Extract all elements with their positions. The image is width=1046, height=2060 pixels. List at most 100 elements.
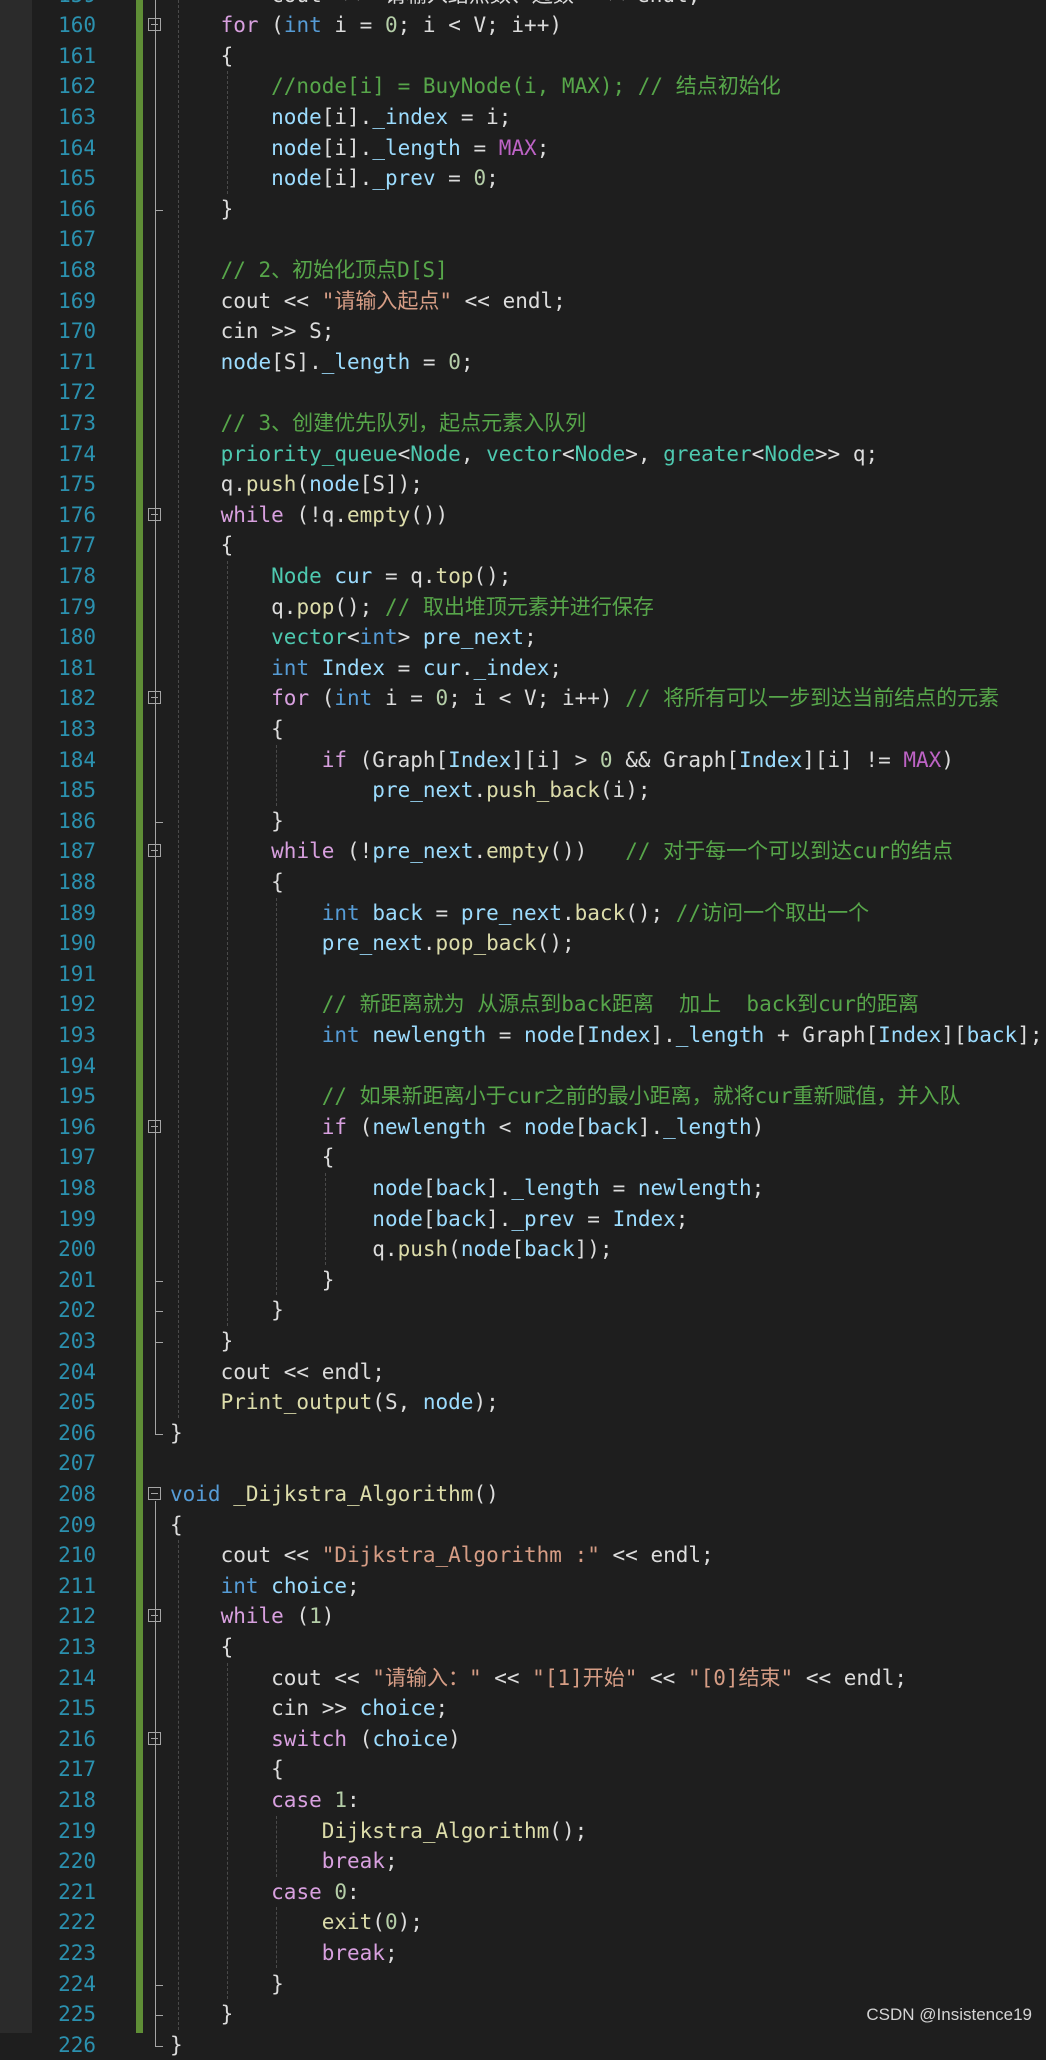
- code-token: empty: [347, 502, 411, 527]
- code-line[interactable]: 188 {: [0, 867, 1046, 898]
- code-token: (S,: [372, 1390, 423, 1415]
- code-line[interactable]: 197 {: [0, 1142, 1046, 1173]
- code-text: node[back]._length = newlength;: [170, 1173, 764, 1204]
- code-line[interactable]: 214 cout << "请输入：" << "[1]开始" << "[0]结束"…: [0, 1663, 1046, 1694]
- code-line[interactable]: 162 //node[i] = BuyNode(i, MAX); // 结点初始…: [0, 71, 1046, 102]
- outline-end: [155, 1433, 163, 1435]
- code-token: <: [347, 625, 360, 650]
- code-line[interactable]: 198 node[back]._length = newlength;: [0, 1173, 1046, 1204]
- code-line[interactable]: 182 for (int i = 0; i < V; i++) // 将所有可以…: [0, 683, 1046, 714]
- code-text: cout << "请输入：" << "[1]开始" << "[0]结束" << …: [170, 1663, 907, 1694]
- code-line[interactable]: 179 q.pop(); // 取出堆顶元素并进行保存: [0, 592, 1046, 623]
- outline-end: [155, 2015, 163, 2017]
- code-line[interactable]: 223 break;: [0, 1938, 1046, 1969]
- code-line[interactable]: 211 int choice;: [0, 1571, 1046, 1602]
- code-text: vector<int> pre_next;: [170, 622, 537, 653]
- code-token: ();: [536, 931, 575, 956]
- code-line[interactable]: 175 q.push(node[S]);: [0, 469, 1046, 500]
- code-token: [: [511, 1237, 525, 1262]
- code-line[interactable]: 183 {: [0, 714, 1046, 745]
- code-line[interactable]: 208 void _Dijkstra_Algorithm(): [0, 1479, 1046, 1510]
- code-line[interactable]: 173 // 3、创建优先队列，起点元素入队列: [0, 408, 1046, 439]
- code-line[interactable]: 194: [0, 1051, 1046, 1082]
- code-token: =: [574, 1206, 613, 1231]
- code-line[interactable]: 167: [0, 224, 1046, 255]
- code-line[interactable]: 216 switch (choice): [0, 1724, 1046, 1755]
- code-text: //node[i] = BuyNode(i, MAX); // 结点初始化: [170, 71, 781, 102]
- line-number: 207: [58, 1451, 96, 1476]
- code-line[interactable]: 163 node[i]._index = i;: [0, 102, 1046, 133]
- code-line[interactable]: 218 case 1:: [0, 1785, 1046, 1816]
- code-line[interactable]: 176 while (!q.empty()): [0, 500, 1046, 531]
- code-line[interactable]: 212 while (1): [0, 1601, 1046, 1632]
- code-line[interactable]: 181 int Index = cur._index;: [0, 653, 1046, 684]
- code-line[interactable]: 170 cin >> S;: [0, 316, 1046, 347]
- code-line[interactable]: 200 q.push(node[back]);: [0, 1234, 1046, 1265]
- code-line[interactable]: 195 // 如果新距离小于cur之前的最小距离，就将cur重新赋值，并入队: [0, 1081, 1046, 1112]
- code-line[interactable]: 184 if (Graph[Index][i] > 0 && Graph[Ind…: [0, 745, 1046, 776]
- line-number: 178: [58, 563, 96, 588]
- code-line[interactable]: 220 break;: [0, 1846, 1046, 1877]
- code-line[interactable]: 180 vector<int> pre_next;: [0, 622, 1046, 653]
- code-line[interactable]: 196 if (newlength < node[back]._length): [0, 1112, 1046, 1143]
- outline-bracket: [155, 1745, 156, 1985]
- code-token: }: [170, 1328, 234, 1353]
- code-line[interactable]: 209 {: [0, 1510, 1046, 1541]
- line-number: 185: [58, 778, 96, 803]
- code-line[interactable]: 193 int newlength = node[Index]._length …: [0, 1020, 1046, 1051]
- code-line[interactable]: 159 cout << "请输入结点数、边数" << endl;: [0, 0, 1046, 10]
- code-token: _length: [321, 349, 411, 374]
- code-line[interactable]: 213 {: [0, 1632, 1046, 1663]
- code-line[interactable]: 161 {: [0, 41, 1046, 72]
- code-line[interactable]: 174 priority_queue<Node, vector<Node>, g…: [0, 439, 1046, 470]
- code-text: {: [170, 41, 234, 72]
- code-line[interactable]: 219 Dijkstra_Algorithm();: [0, 1816, 1046, 1847]
- code-line[interactable]: 190 pre_next.pop_back();: [0, 928, 1046, 959]
- code-line[interactable]: 204 cout << endl;: [0, 1357, 1046, 1388]
- code-line[interactable]: 168 // 2、初始化顶点D[S]: [0, 255, 1046, 286]
- code-line[interactable]: 222 exit(0);: [0, 1907, 1046, 1938]
- code-token: _length: [372, 135, 461, 160]
- code-line[interactable]: 169 cout << "请输入起点" << endl;: [0, 286, 1046, 317]
- code-line[interactable]: 172: [0, 377, 1046, 408]
- code-text: if (newlength < node[back]._length): [170, 1112, 765, 1143]
- code-line[interactable]: 199 node[back]._prev = Index;: [0, 1204, 1046, 1235]
- line-number: 219: [58, 1818, 96, 1843]
- code-line[interactable]: 171 node[S]._length = 0;: [0, 347, 1046, 378]
- code-line[interactable]: 160 for (int i = 0; i < V; i++): [0, 10, 1046, 41]
- code-token: ();: [625, 900, 676, 925]
- code-token: back: [372, 900, 423, 925]
- collapse-icon[interactable]: [148, 1486, 161, 1500]
- code-line[interactable]: 221 case 0:: [0, 1877, 1046, 1908]
- code-token: {: [170, 1512, 183, 1537]
- code-token: }: [170, 1267, 335, 1292]
- code-line[interactable]: 178 Node cur = q.top();: [0, 561, 1046, 592]
- code-token: <: [486, 1114, 525, 1139]
- code-token: int: [271, 655, 310, 680]
- code-token: //访问一个取出一个: [675, 900, 870, 925]
- code-token: _index: [372, 104, 449, 129]
- code-line[interactable]: 187 while (!pre_next.empty()) // 对于每一个可以…: [0, 836, 1046, 867]
- code-line[interactable]: 217 {: [0, 1754, 1046, 1785]
- line-number: 160: [58, 13, 96, 38]
- code-line[interactable]: 164 node[i]._length = MAX;: [0, 133, 1046, 164]
- code-text: q.push(node[S]);: [170, 469, 423, 500]
- code-line[interactable]: 165 node[i]._prev = 0;: [0, 163, 1046, 194]
- code-line[interactable]: 185 pre_next.push_back(i);: [0, 775, 1046, 806]
- code-token: ];: [1017, 1022, 1043, 1047]
- code-line[interactable]: 191: [0, 959, 1046, 990]
- code-line[interactable]: 210 cout << "Dijkstra_Algorithm :" << en…: [0, 1540, 1046, 1571]
- code-line[interactable]: 189 int back = pre_next.back(); //访问一个取出…: [0, 898, 1046, 929]
- code-line[interactable]: 215 cin >> choice;: [0, 1693, 1046, 1724]
- code-line[interactable]: 207: [0, 1448, 1046, 1479]
- code-editor[interactable]: 159 cout << "请输入结点数、边数" << endl;160 for …: [0, 0, 1046, 2057]
- code-line[interactable]: 177 {: [0, 530, 1046, 561]
- outline-end: [155, 821, 163, 823]
- code-token: }: [170, 2002, 234, 2027]
- code-line[interactable]: 205 Print_output(S, node);: [0, 1387, 1046, 1418]
- line-number: 204: [58, 1359, 96, 1384]
- code-line[interactable]: 192 // 新距离就为 从源点到back距离 加上 back到cur的距离: [0, 989, 1046, 1020]
